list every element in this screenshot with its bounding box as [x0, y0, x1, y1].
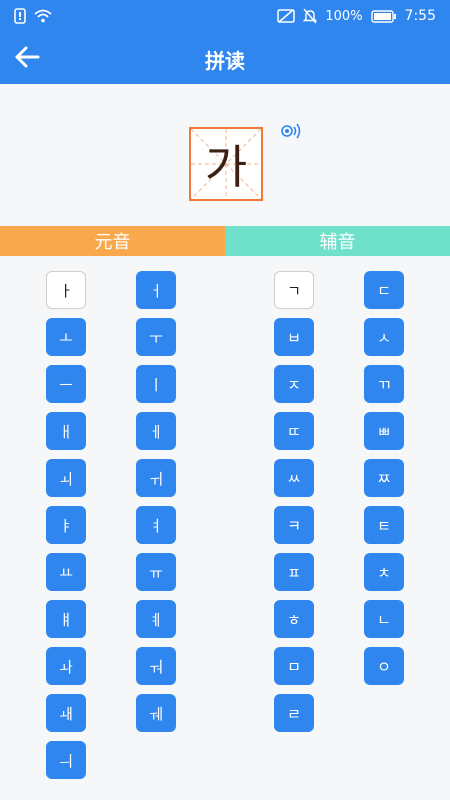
- vowel-key[interactable]: ㅜ: [136, 318, 176, 356]
- consonant-key[interactable]: ㄹ: [274, 694, 314, 732]
- status-left: [14, 8, 52, 24]
- vowel-key[interactable]: ㅏ: [46, 271, 86, 309]
- vowel-key[interactable]: ㅢ: [46, 741, 86, 779]
- vowel-key[interactable]: ㅡ: [46, 365, 86, 403]
- consonant-key[interactable]: ㄲ: [364, 365, 404, 403]
- consonant-key[interactable]: ㅉ: [364, 459, 404, 497]
- consonant-key[interactable]: ㅊ: [364, 553, 404, 591]
- consonant-key[interactable]: ㄱ: [274, 271, 314, 309]
- vowel-key[interactable]: ㅣ: [136, 365, 176, 403]
- vowel-key[interactable]: ㅠ: [136, 553, 176, 591]
- vowel-key[interactable]: ㅛ: [46, 553, 86, 591]
- vowel-key[interactable]: ㅚ: [46, 459, 86, 497]
- consonant-key[interactable]: ㄴ: [364, 600, 404, 638]
- vowel-key[interactable]: ㅞ: [136, 694, 176, 732]
- consonant-key[interactable]: ㅂ: [274, 318, 314, 356]
- mute-icon: [303, 8, 318, 24]
- consonant-key[interactable]: ㅎ: [274, 600, 314, 638]
- consonant-key[interactable]: ㅇ: [364, 647, 404, 685]
- wifi-icon: [34, 9, 52, 23]
- vowel-key[interactable]: ㅖ: [136, 600, 176, 638]
- vowel-key[interactable]: ㅙ: [46, 694, 86, 732]
- vowel-key[interactable]: ㅒ: [46, 600, 86, 638]
- tab-consonants[interactable]: 辅音: [225, 226, 450, 256]
- consonant-key[interactable]: ㅈ: [274, 365, 314, 403]
- tab-vowels[interactable]: 元音: [0, 226, 225, 256]
- app-bar: 拼读: [0, 34, 450, 84]
- consonant-key[interactable]: ㄸ: [274, 412, 314, 450]
- vowel-key[interactable]: ㅗ: [46, 318, 86, 356]
- consonant-key[interactable]: ㅃ: [364, 412, 404, 450]
- character-box: 가: [189, 127, 263, 201]
- speaker-icon[interactable]: [279, 119, 303, 143]
- status-right: 100% 7:55: [277, 8, 436, 24]
- vowel-key[interactable]: ㅐ: [46, 412, 86, 450]
- character-preview: 가: [0, 84, 450, 226]
- status-bar: 100% 7:55: [0, 0, 450, 34]
- consonant-key[interactable]: ㅌ: [364, 506, 404, 544]
- battery-icon: [370, 9, 397, 23]
- vowel-key[interactable]: ㅔ: [136, 412, 176, 450]
- consonant-key[interactable]: ㅁ: [274, 647, 314, 685]
- consonant-key[interactable]: ㅆ: [274, 459, 314, 497]
- letter-grid: ㅏㅗㅡㅐㅚㅑㅛㅒㅘㅙㅢ ㅓㅜㅣㅔㅟㅕㅠㅖㅝㅞ ㄱㅂㅈㄸㅆㅋㅍㅎㅁㄹ ㄷㅅㄲㅃㅉㅌㅊㄴㅇ: [0, 256, 450, 800]
- battery-percent: 100%: [325, 8, 363, 24]
- cast-icon: [277, 9, 296, 23]
- vowel-key[interactable]: ㅝ: [136, 647, 176, 685]
- vowel-key[interactable]: ㅑ: [46, 506, 86, 544]
- page-title: 拼读: [205, 49, 245, 73]
- notification-icon: [14, 8, 26, 24]
- combined-character: 가: [204, 140, 248, 194]
- vowel-key[interactable]: ㅟ: [136, 459, 176, 497]
- tab-bar: 元音 辅音: [0, 226, 450, 256]
- consonant-key[interactable]: ㅍ: [274, 553, 314, 591]
- consonant-key[interactable]: ㅋ: [274, 506, 314, 544]
- consonant-key[interactable]: ㄷ: [364, 271, 404, 309]
- vowel-key[interactable]: ㅕ: [136, 506, 176, 544]
- consonant-key[interactable]: ㅅ: [364, 318, 404, 356]
- vowel-key[interactable]: ㅘ: [46, 647, 86, 685]
- clock: 7:55: [404, 8, 436, 24]
- vowel-key[interactable]: ㅓ: [136, 271, 176, 309]
